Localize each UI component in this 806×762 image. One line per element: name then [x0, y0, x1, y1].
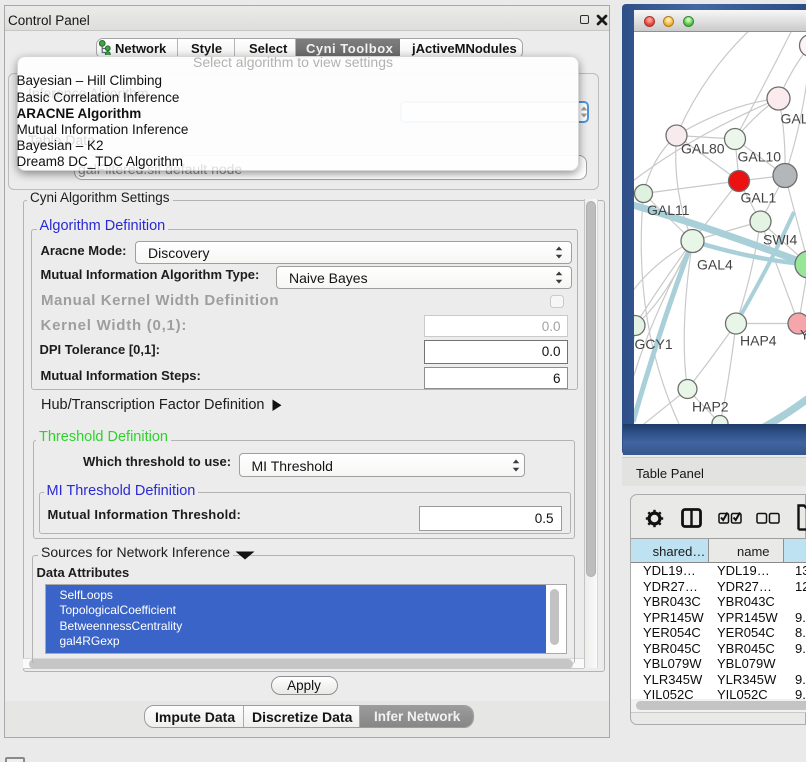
svg-text:GAL80: GAL80 — [681, 140, 725, 156]
svg-text:GAL1: GAL1 — [740, 189, 776, 205]
svg-text:GAL2: GAL2 — [780, 110, 806, 126]
svg-text:GAL11: GAL11 — [647, 202, 690, 218]
svg-text:HAP2: HAP2 — [692, 398, 729, 414]
svg-text:GAL10: GAL10 — [737, 148, 781, 164]
svg-text:HAP4: HAP4 — [740, 332, 777, 348]
svg-text:GCY1: GCY1 — [634, 336, 672, 352]
svg-text:SWI4: SWI4 — [763, 231, 797, 247]
svg-text:GAL4: GAL4 — [697, 256, 733, 272]
svg-text:YMR: YMR — [800, 326, 806, 342]
